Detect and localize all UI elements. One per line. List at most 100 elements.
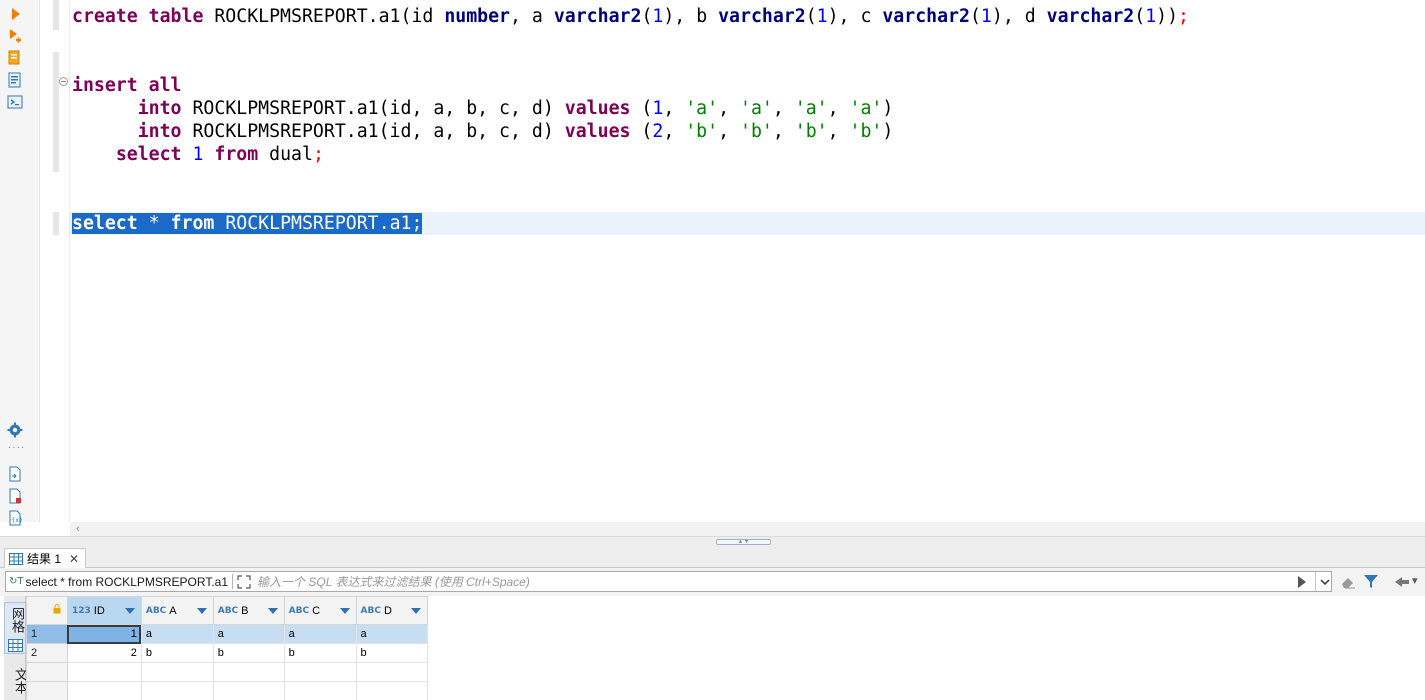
code-token: 1 xyxy=(652,98,664,119)
code-token: 1 xyxy=(192,144,204,165)
empty-row xyxy=(26,662,1425,682)
back-icon[interactable] xyxy=(1393,574,1411,590)
explain-plan-icon[interactable] xyxy=(7,50,23,66)
empty-cell xyxy=(140,662,214,682)
table-cell[interactable]: 2 xyxy=(66,643,142,663)
code-token: ROCKLPMSREPORT.a1 xyxy=(214,213,412,234)
empty-cell xyxy=(283,681,357,700)
results-tab-bar: 结果 1 ✕ xyxy=(0,546,1425,568)
code-token: values xyxy=(564,98,631,119)
column-dropdown-icon[interactable] xyxy=(196,608,207,614)
code-token: ROCKLPMSREPORT.a1(id xyxy=(203,6,445,27)
sql-editor[interactable]: − create table ROCKLPMSREPORT.a1(id numb… xyxy=(40,0,1425,522)
column-dropdown-icon[interactable] xyxy=(411,608,422,614)
code-line[interactable] xyxy=(72,28,1189,51)
column-header-d[interactable]: ABC D xyxy=(355,596,429,625)
column-header-b[interactable]: ABC B xyxy=(212,596,285,625)
fold-collapse-icon[interactable]: − xyxy=(59,77,68,86)
code-token: varchar2 xyxy=(718,6,806,27)
column-header-id[interactable]: 123 ID xyxy=(66,596,142,625)
code-token: )) xyxy=(1156,6,1179,27)
code-token: 'b' xyxy=(740,121,773,142)
filter-icon[interactable] xyxy=(1362,573,1380,589)
divider xyxy=(232,574,234,589)
code-lines[interactable]: create table ROCKLPMSREPORT.a1(id number… xyxy=(72,5,1189,235)
code-line[interactable]: select 1 from dual; xyxy=(72,143,1189,166)
tab-text-view[interactable]: 文本 xyxy=(11,668,28,694)
code-line[interactable] xyxy=(72,166,1189,189)
code-token: table xyxy=(148,6,204,27)
table-cell[interactable]: a xyxy=(140,624,214,644)
empty-cell xyxy=(66,662,142,682)
table-cell[interactable]: b xyxy=(355,643,429,663)
code-token: , xyxy=(827,98,850,119)
grid-filler xyxy=(427,643,1425,663)
column-header-a[interactable]: ABC A xyxy=(140,596,214,625)
table-row[interactable]: 1 1 a a a a xyxy=(26,624,1425,644)
empty-cell xyxy=(283,662,357,682)
run-script-icon[interactable] xyxy=(7,28,23,44)
splitter-handle-icon[interactable]: ▲▼ xyxy=(716,539,771,545)
run-statement-icon[interactable] xyxy=(7,6,23,22)
table-cell[interactable]: 1 xyxy=(66,624,142,644)
result-view-side-tabs: 网格 文本 xyxy=(4,596,28,700)
editor-horizontal-scrollbar[interactable]: ‹ xyxy=(70,522,1425,536)
column-dropdown-icon[interactable] xyxy=(339,608,350,614)
table-cell[interactable]: b xyxy=(140,643,214,663)
expand-icon[interactable] xyxy=(237,574,251,589)
table-cell[interactable]: b xyxy=(283,643,357,663)
statement-marker xyxy=(53,0,59,30)
table-cell[interactable]: a xyxy=(212,624,285,644)
run-filter-icon[interactable] xyxy=(1296,575,1308,589)
load-plan-icon[interactable] xyxy=(7,72,23,88)
table-cell[interactable]: a xyxy=(283,624,357,644)
console-icon[interactable] xyxy=(7,94,23,110)
empty-cell xyxy=(355,681,429,700)
code-line[interactable] xyxy=(72,189,1189,212)
code-line[interactable]: into ROCKLPMSREPORT.a1(id, a, b, c, d) v… xyxy=(72,120,1189,143)
close-icon[interactable]: ✕ xyxy=(69,552,79,566)
code-token: insert xyxy=(72,75,138,96)
code-token: ( xyxy=(805,6,817,27)
filter-history-dropdown-icon[interactable] xyxy=(1315,572,1333,591)
code-line[interactable]: create table ROCKLPMSREPORT.a1(id number… xyxy=(72,5,1189,28)
grid-icon xyxy=(9,552,23,565)
column-dropdown-icon[interactable] xyxy=(267,608,278,614)
svg-text:{x}: {x} xyxy=(12,517,23,524)
table-cell[interactable]: b xyxy=(212,643,285,663)
delete-script-icon[interactable] xyxy=(7,488,23,504)
column-name: C xyxy=(312,604,321,617)
scroll-left-icon[interactable]: ‹ xyxy=(76,522,80,536)
data-grid[interactable]: 123 ID ABC A ABC B ABC C ABC D 1 1 a a a a xyxy=(26,596,1425,700)
table-cell[interactable]: a xyxy=(355,624,429,644)
tab-grid-view[interactable]: 网格 xyxy=(4,602,26,654)
text-type-icon: ABC xyxy=(288,605,310,616)
code-token: , xyxy=(718,98,740,119)
code-token: from xyxy=(214,144,259,165)
panel-splitter[interactable]: ▲▼ xyxy=(0,536,1425,546)
filter-input-box[interactable]: ↻T select * from ROCKLPMSREPORT.a1 输入一个 … xyxy=(5,571,1332,592)
grid-empty-header xyxy=(427,596,1425,625)
more-dropdown-icon[interactable]: ▾ xyxy=(1412,574,1418,587)
code-line[interactable]: into ROCKLPMSREPORT.a1(id, a, b, c, d) v… xyxy=(72,97,1189,120)
numeric-type-icon: 123 xyxy=(71,605,91,616)
code-token: ), d xyxy=(991,6,1047,27)
row-number[interactable]: 1 xyxy=(26,624,68,644)
column-dropdown-icon[interactable] xyxy=(124,608,135,614)
selected-text[interactable]: select * from ROCKLPMSREPORT.a1; xyxy=(72,213,423,234)
code-line[interactable]: select * from ROCKLPMSREPORT.a1; xyxy=(72,212,1189,235)
grid-filler xyxy=(427,681,1425,700)
table-row[interactable]: 2 2 b b b b xyxy=(26,643,1425,663)
row-number[interactable]: 2 xyxy=(26,643,68,663)
code-line[interactable]: insert all xyxy=(72,74,1189,97)
script-format-icon[interactable]: {x} xyxy=(7,510,23,526)
export-icon[interactable] xyxy=(7,466,23,482)
settings-icon[interactable] xyxy=(7,422,23,438)
code-line[interactable] xyxy=(72,51,1189,74)
filter-input[interactable]: 输入一个 SQL 表达式来过滤结果 (使用 Ctrl+Space) xyxy=(257,573,530,590)
tab-results-1[interactable]: 结果 1 ✕ xyxy=(4,548,87,568)
clear-filter-icon[interactable] xyxy=(1339,574,1357,590)
code-token: ( xyxy=(641,6,653,27)
column-header-c[interactable]: ABC C xyxy=(283,596,357,625)
column-name: B xyxy=(241,604,249,617)
